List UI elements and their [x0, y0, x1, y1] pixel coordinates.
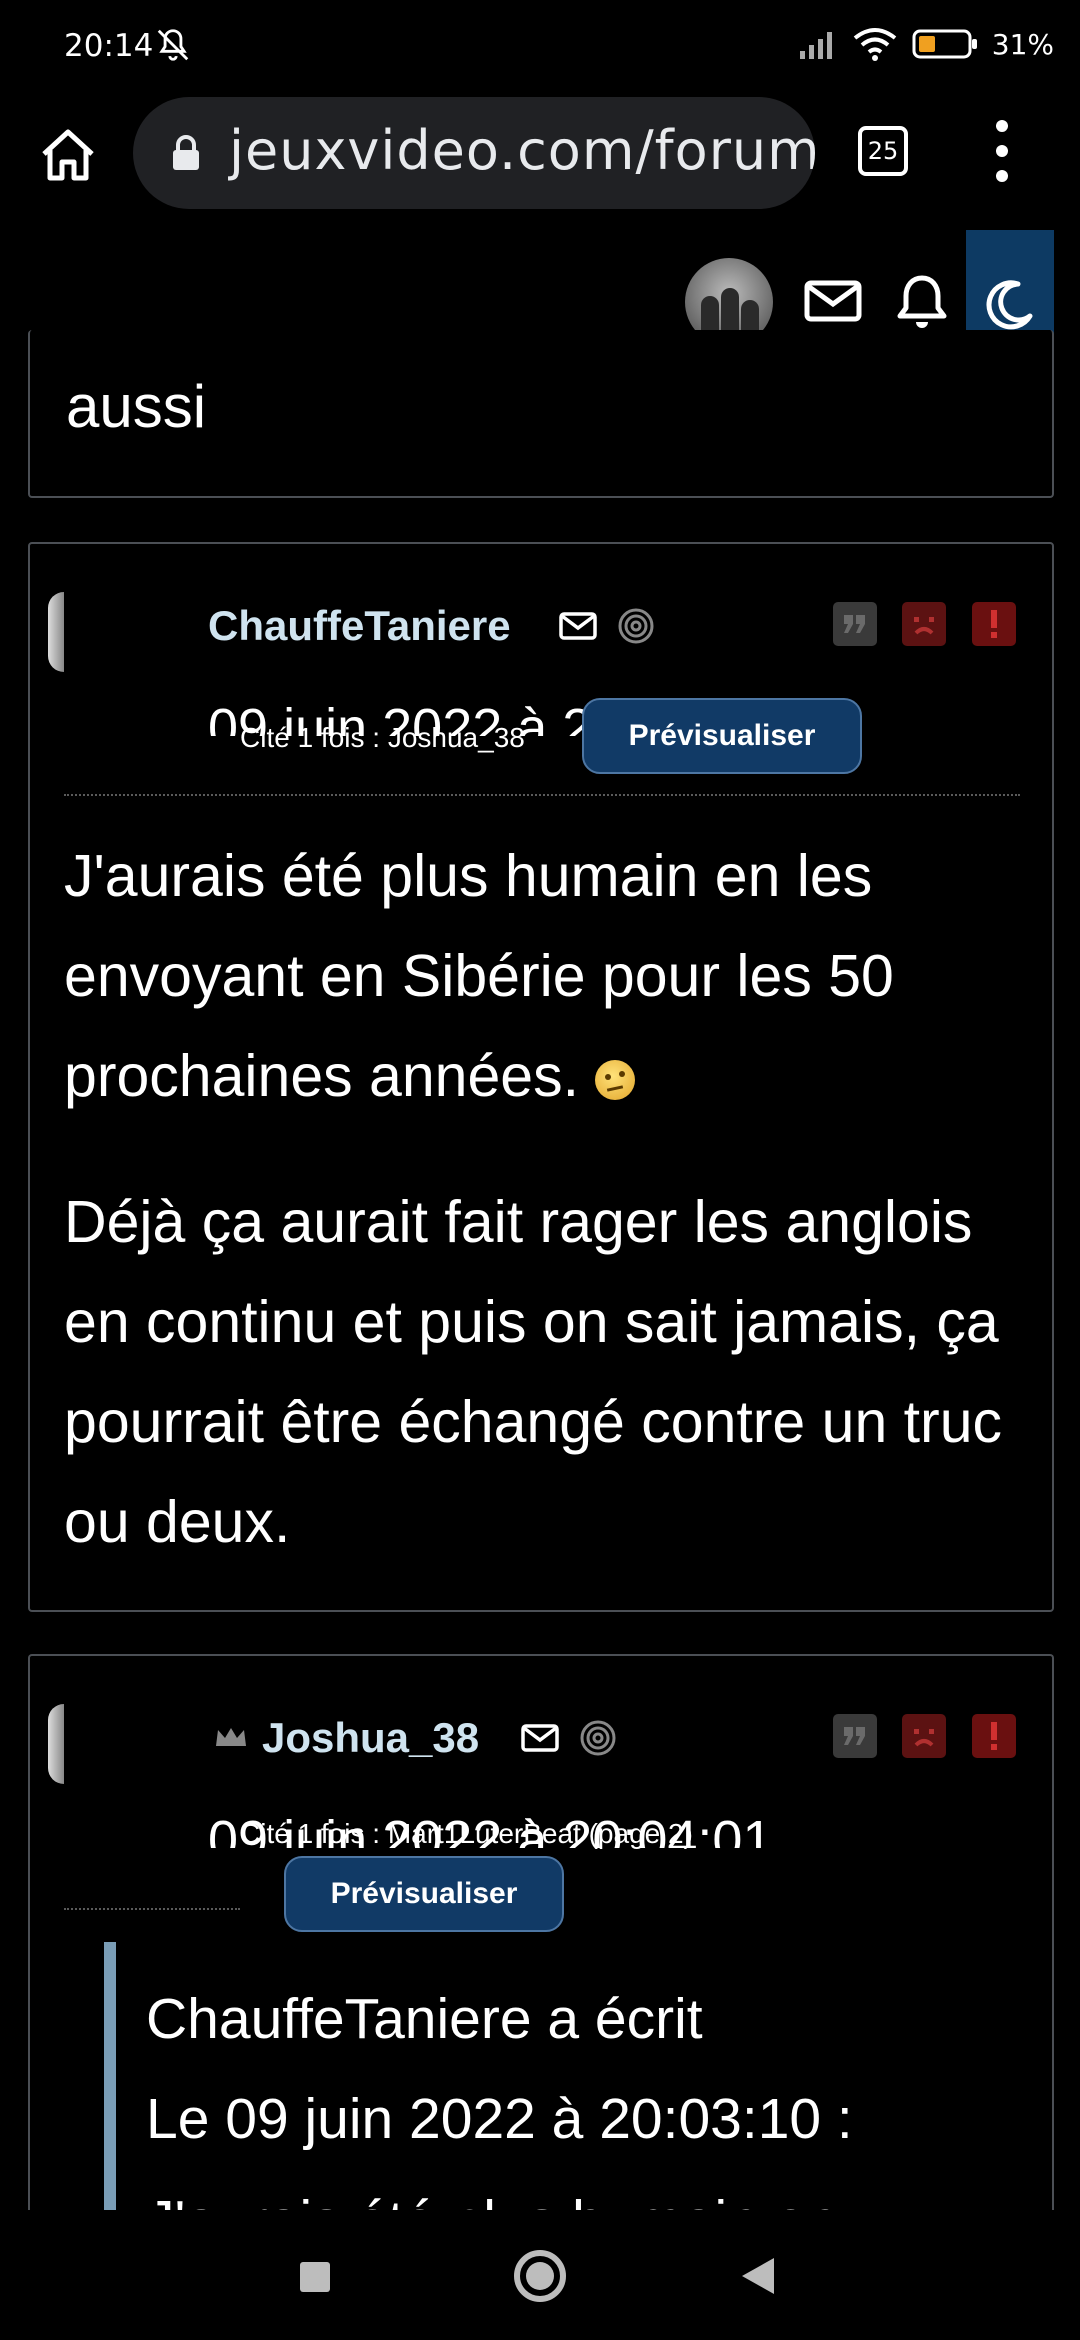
menu-dot	[996, 120, 1008, 132]
post-author-avatar[interactable]	[48, 592, 64, 672]
spiral-icon[interactable]	[616, 606, 656, 646]
preview-button[interactable]: Prévisualiser	[582, 698, 862, 774]
post-paragraph-text: J'aurais été plus humain en les envoyant…	[64, 843, 894, 1109]
tab-switcher-button[interactable]: 25	[858, 126, 908, 176]
preview-button[interactable]: Prévisualiser	[284, 1856, 564, 1932]
forum-post: Joshua_38 09 juin 2022 à 20:04:01 Cité 1…	[28, 1654, 1054, 2222]
sad-face-icon	[914, 1729, 934, 1747]
citation-info[interactable]: Cité 1 fois : Joshua_38	[240, 722, 525, 754]
report-button[interactable]	[972, 1714, 1016, 1758]
recent-apps-button[interactable]	[300, 2262, 330, 2292]
separator	[64, 1908, 240, 1910]
quote-button[interactable]	[833, 1714, 877, 1758]
battery-percent: 31%	[991, 27, 1054, 61]
system-navigation-bar	[0, 2210, 1080, 2340]
signal-icon	[799, 32, 832, 59]
forum-post: ChauffeTaniere 09 juin 2022 à 20:03:10 C…	[28, 542, 1054, 1612]
dislike-button[interactable]	[902, 602, 946, 646]
private-message-icon[interactable]	[558, 606, 598, 646]
browser-toolbar: jeuxvideo.com/forum 25	[0, 92, 1080, 218]
post-paragraph: J'aurais été plus humain en les envoyant…	[64, 826, 1044, 1126]
spiral-icon[interactable]	[578, 1718, 618, 1758]
back-button[interactable]	[742, 2258, 774, 2294]
menu-dot	[996, 170, 1008, 182]
home-icon	[42, 129, 94, 181]
report-button[interactable]	[972, 602, 1016, 646]
quote-date: Le 09 juin 2022 à 20:03:10 :	[146, 2087, 853, 2151]
lock-icon	[173, 135, 199, 170]
separator	[64, 794, 1020, 796]
forum-post: aussi	[28, 330, 1054, 498]
moon-icon	[986, 280, 1033, 330]
quote-icon	[844, 1727, 865, 1745]
post-author-avatar[interactable]	[48, 1704, 64, 1784]
menu-dot	[996, 145, 1008, 157]
url-text: jeuxvideo.com/forum	[229, 119, 815, 182]
crown-icon	[216, 1728, 246, 1746]
alert-icon	[991, 1722, 997, 1750]
private-message-icon[interactable]	[520, 1718, 560, 1758]
alert-icon	[991, 610, 997, 638]
dislike-button[interactable]	[902, 1714, 946, 1758]
address-bar[interactable]: jeuxvideo.com/forum	[133, 97, 815, 209]
mail-icon[interactable]	[804, 280, 862, 322]
post-paragraph: Déjà ça aurait fait rager les anglois en…	[64, 1189, 1003, 1555]
browser-menu-button[interactable]	[982, 120, 1022, 182]
sad-face-icon	[914, 617, 934, 635]
notification-bell-icon[interactable]	[896, 272, 948, 330]
quote-bar	[104, 1942, 116, 2222]
quote-icon	[844, 615, 865, 633]
home-button[interactable]	[32, 118, 104, 190]
status-time: 20:14	[64, 28, 154, 64]
status-bar: 20:14 31%	[0, 0, 1080, 92]
home-system-button[interactable]	[514, 2250, 566, 2302]
thinking-emoji-icon	[595, 1060, 636, 1101]
post-text: aussi	[66, 373, 207, 440]
citation-info[interactable]: Cité 1 fois : Mart1LuterBeat (page 2)	[240, 1818, 693, 1850]
battery-icon	[912, 29, 977, 59]
quote-header: ChauffeTaniere a écrit	[146, 1987, 703, 2051]
quote-button[interactable]	[833, 602, 877, 646]
notifications-muted-icon	[157, 29, 189, 61]
post-author-name[interactable]: Joshua_38	[262, 1714, 479, 1762]
wifi-icon	[853, 28, 897, 61]
post-author-name[interactable]: ChauffeTaniere	[208, 602, 511, 650]
